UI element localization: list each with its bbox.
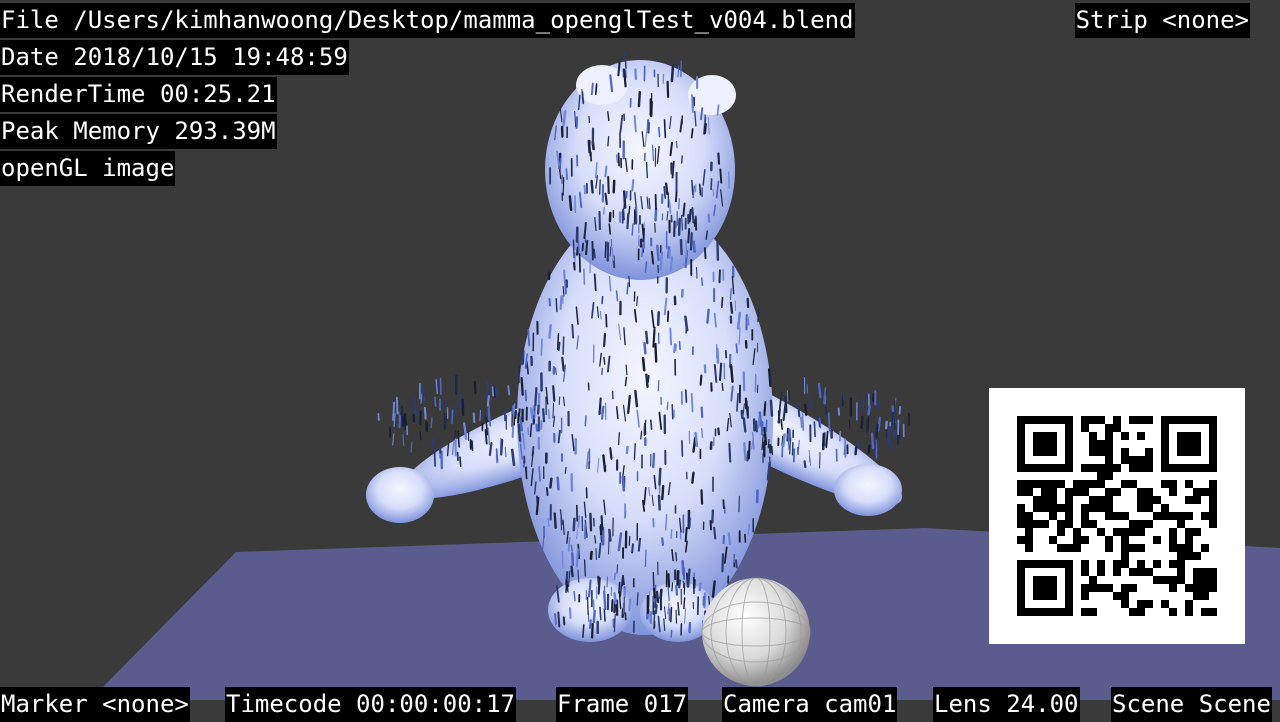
- stamp-render-time: RenderTime 00:25.21: [0, 77, 277, 112]
- stamp-camera: Camera cam01: [722, 687, 897, 722]
- stamp-scene: Scene Scene: [1111, 687, 1272, 722]
- stamp-peak-memory: Peak Memory 293.39M: [0, 114, 277, 149]
- stamp-date: Date 2018/10/15 19:48:59: [0, 40, 349, 75]
- stamp-lens: Lens 24.00: [933, 687, 1080, 722]
- stamp-marker: Marker <none>: [0, 687, 190, 722]
- stamp-frame: Frame 017: [556, 687, 688, 722]
- mirror-ball: [702, 578, 810, 686]
- qr-code: [989, 388, 1245, 644]
- stamp-timecode: Timecode 00:00:00:17: [225, 687, 516, 722]
- stamp-strip: Strip <none>: [1075, 3, 1250, 38]
- stamp-file: File /Users/kimhanwoong/Desktop/mamma_op…: [0, 3, 855, 38]
- stamp-note: openGL image: [0, 151, 175, 186]
